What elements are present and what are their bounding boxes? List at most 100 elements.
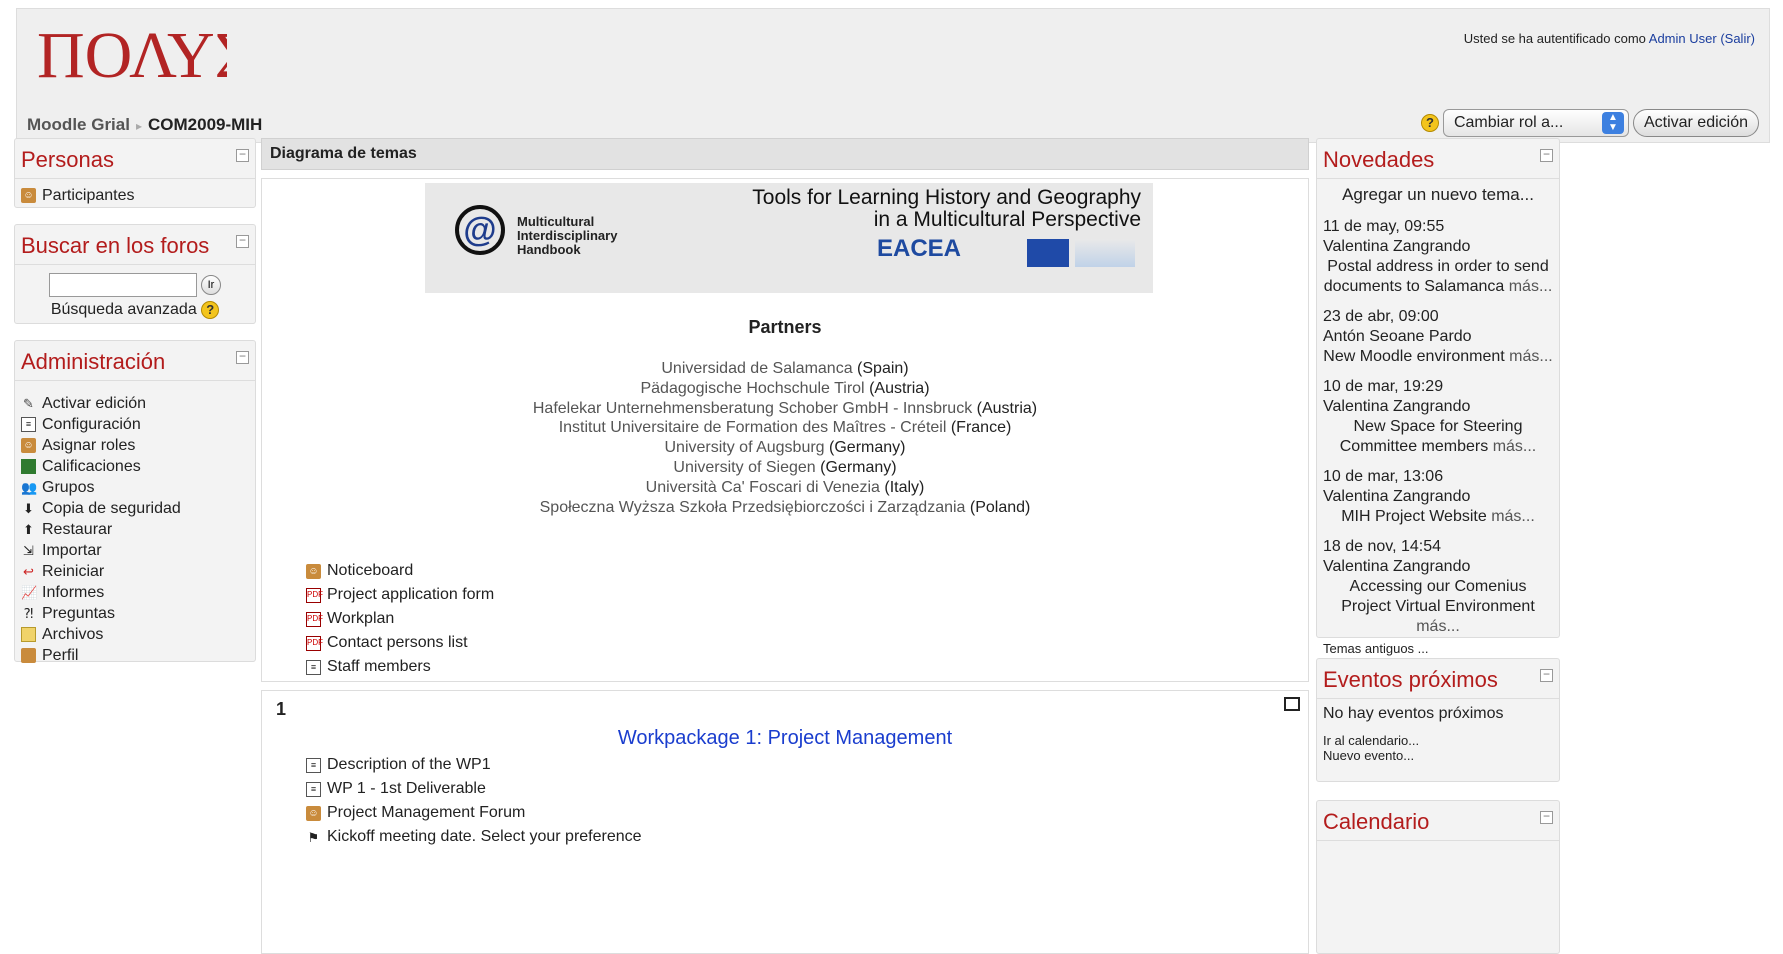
role-select[interactable]: Cambiar rol a... ▲ ▼ [1442, 109, 1629, 137]
partner-country: (Poland) [969, 498, 1031, 516]
resource-contact-list[interactable]: PDF Contact persons list [306, 631, 494, 655]
pdf-icon: PDF [306, 611, 323, 627]
profile-icon [21, 648, 36, 663]
roles-icon: ☺ [21, 438, 36, 453]
admin-item-grades[interactable]: Calificaciones [21, 456, 249, 477]
resource-application-form[interactable]: PDF Project application form [306, 583, 494, 607]
partner-link[interactable]: Institut Universitaire de Formation des … [559, 419, 947, 436]
go-to-calendar-link[interactable]: Ir al calendario... [1323, 733, 1553, 748]
banner-mih-text: Multicultural Interdisciplinary Handbook [517, 215, 617, 257]
forum-search-go-button[interactable]: Ir [200, 275, 222, 295]
admin-item-groups[interactable]: 👥 Grupos [21, 477, 249, 498]
import-icon: ⇲ [23, 543, 34, 558]
news-date: 10 de mar, 13:06 [1323, 468, 1444, 485]
admin-item-files[interactable]: Archivos [21, 624, 249, 645]
news-item: 10 de mar, 13:06 Valentina Zangrando MIH P… [1323, 467, 1553, 527]
partner-link[interactable]: Hafelekar Unternehmensberatung Schober G… [533, 400, 972, 417]
collapse-icon[interactable]: − [1540, 810, 1553, 824]
participants-link[interactable]: ☺ Participantes [21, 185, 249, 206]
partner-row: Università Ca' Foscari di Venezia (Italy… [262, 478, 1308, 498]
resource-workplan[interactable]: PDF Workplan [306, 607, 494, 631]
admin-item-settings[interactable]: ≡ Configuración [21, 414, 249, 435]
news-more-link[interactable]: más... [1509, 278, 1553, 295]
section-number: 1 [276, 699, 287, 719]
logout-link[interactable]: (Salir) [1720, 31, 1755, 46]
older-topics-link[interactable]: Temas antiguos ... [1323, 641, 1553, 656]
new-event-link[interactable]: Nuevo evento... [1323, 748, 1553, 763]
news-more-link[interactable]: más... [1493, 438, 1537, 455]
admin-item-restore[interactable]: ⬆ Restaurar [21, 519, 249, 540]
news-block-header: Novedades − [1317, 139, 1559, 179]
partner-country: (Italy) [884, 478, 925, 496]
news-more-link[interactable]: más... [1509, 348, 1553, 365]
advanced-search[interactable]: Búsqueda avanzada ? [21, 301, 249, 319]
partner-country: (Germany) [829, 439, 906, 457]
collapse-icon[interactable]: − [1540, 148, 1553, 162]
header-controls: ? Cambiar rol a... ▲ ▼ Activar edición [1420, 109, 1759, 137]
admin-item-label: Perfil [42, 646, 79, 664]
resource-staff-members[interactable]: ≡ Staff members [306, 655, 494, 679]
news-item: 18 de nov, 14:54 Valentina Zangrando Acces… [1323, 537, 1553, 637]
partner-link[interactable]: Pädagogische Hochschule Tirol [640, 380, 864, 397]
forum-search-input[interactable] [48, 273, 197, 297]
collapse-icon[interactable]: − [236, 350, 249, 364]
advanced-search-label: Búsqueda avanzada [50, 301, 197, 318]
partner-row: Hafelekar Unternehmensberatung Schober G… [262, 399, 1308, 419]
admin-item-questions[interactable]: ⁈ Preguntas [21, 603, 249, 624]
admin-item-reports[interactable]: 📈 Informes [21, 582, 249, 603]
admin-item-profile[interactable]: Perfil [21, 645, 249, 666]
breadcrumb-home[interactable]: Moodle Grial [27, 115, 130, 134]
admin-item-label: Calificaciones [42, 457, 141, 475]
news-author: Valentina Zangrando [1323, 398, 1471, 415]
section-title[interactable]: Workpackage 1: Project Management [262, 727, 1308, 750]
choice-icon: ⚑ [307, 829, 320, 845]
admin-item-label: Restaurar [42, 520, 113, 538]
help-icon[interactable]: ? [1420, 114, 1439, 132]
admin-item-edit[interactable]: ✎ Activar edición [21, 393, 249, 414]
polys-logo-image: ΠΟΛΥΣ [37, 19, 253, 92]
collapse-icon[interactable]: − [236, 148, 249, 162]
admin-item-reset[interactable]: ↩ Reiniciar [21, 561, 249, 582]
admin-item-label: Configuración [42, 415, 141, 433]
partner-link[interactable]: Społeczna Wyższa Szkoła Przedsiębiorczoś… [540, 499, 966, 516]
add-topic-link[interactable]: Agregar un nuevo tema... [1323, 185, 1553, 205]
activity-label: Project Management Forum [327, 804, 526, 821]
admin-item-roles[interactable]: ☺ Asignar roles [21, 435, 249, 456]
resource-label: Workplan [327, 610, 395, 627]
news-more-link[interactable]: más... [1491, 508, 1535, 525]
news-block: Novedades − Agregar un nuevo tema... 11 … [1316, 138, 1560, 656]
participants-label: Participantes [42, 186, 135, 204]
user-link[interactable]: Admin User [1649, 31, 1717, 46]
collapse-icon[interactable]: − [1540, 668, 1553, 682]
llp-logo-icon [1075, 239, 1135, 267]
forum-icon: ☺ [306, 563, 321, 579]
activity-choice[interactable]: ⚑ Kickoff meeting date. Select your prefe… [306, 825, 642, 849]
admin-item-import[interactable]: ⇲ Importar [21, 540, 249, 561]
resource-noticeboard[interactable]: ☺ Noticeboard [306, 559, 494, 583]
activity-deliverable[interactable]: ≡ WP 1 - 1st Deliverable [306, 777, 642, 801]
news-item: 10 de mar, 19:29 Valentina Zangrando New S… [1323, 377, 1553, 457]
partner-link[interactable]: University of Siegen [673, 459, 815, 476]
login-info: Usted se ha autentificado como Admin Use… [1464, 31, 1755, 46]
admin-item-label: Activar edición [42, 394, 147, 412]
site-logo[interactable]: ΠΟΛΥΣ [37, 17, 253, 107]
partner-link[interactable]: Universidad de Salamanca [661, 360, 852, 377]
section-activities: ≡ Description of the WP1 ≡ WP 1 - 1st Deli… [306, 753, 642, 849]
help-icon[interactable]: ? [201, 301, 220, 319]
partner-country: (Austria) [976, 399, 1038, 417]
partner-link[interactable]: Università Ca' Foscari di Venezia [646, 479, 880, 496]
highlight-section-icon[interactable] [1284, 697, 1300, 711]
news-author: Antón Seoane Pardo [1323, 328, 1472, 345]
activity-forum[interactable]: ☺ Project Management Forum [306, 801, 642, 825]
news-more-link[interactable]: más... [1416, 618, 1460, 635]
edit-mode-button[interactable]: Activar edición [1632, 109, 1759, 137]
admin-item-backup[interactable]: ⬇ Copia de seguridad [21, 498, 249, 519]
role-select-value: Cambiar rol a... [1453, 114, 1564, 131]
activity-description[interactable]: ≡ Description of the WP1 [306, 753, 642, 777]
svg-text:ΠΟΛΥΣ: ΠΟΛΥΣ [37, 19, 227, 92]
partner-link[interactable]: University of Augsburg [665, 439, 825, 456]
banner-mih-line2: Interdisciplinary [517, 228, 618, 243]
admin-item-label: Reiniciar [42, 562, 105, 580]
section-0: @ Multicultural Interdisciplinary Handbo… [261, 178, 1309, 682]
collapse-icon[interactable]: − [236, 234, 249, 248]
